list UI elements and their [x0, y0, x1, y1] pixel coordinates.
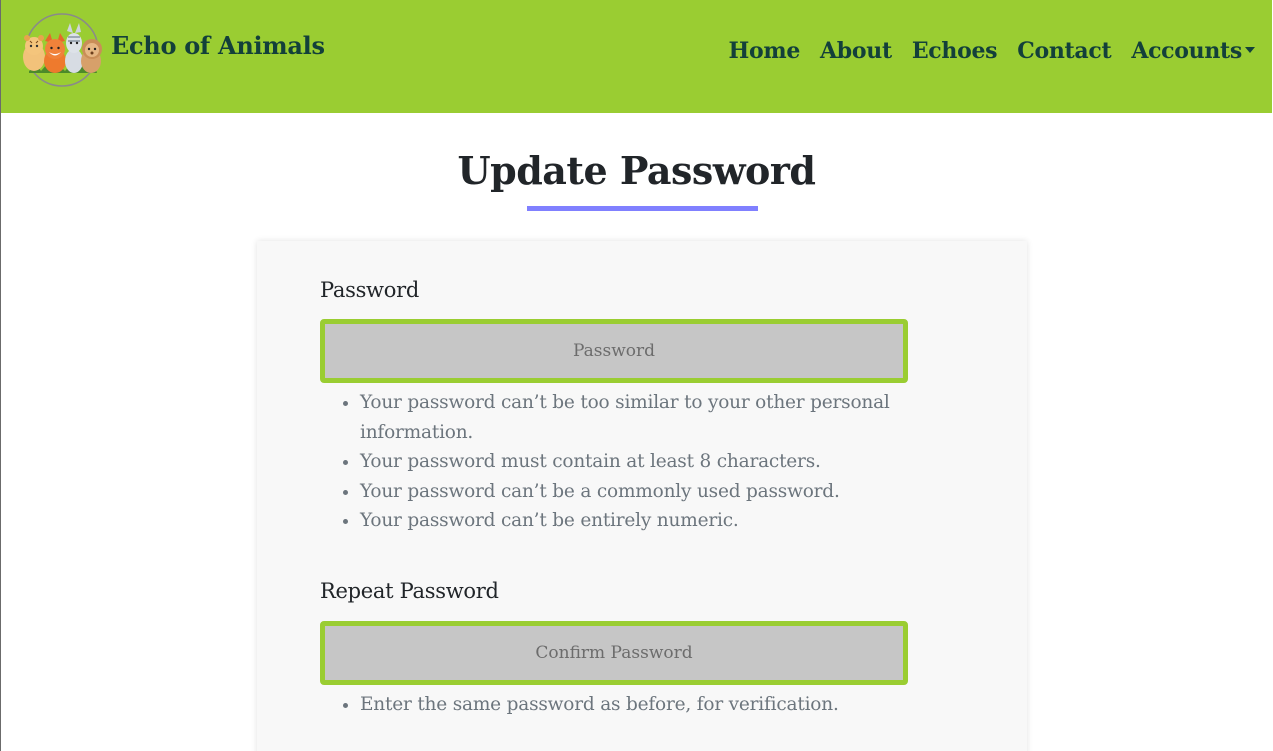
- brand-link[interactable]: Echo of Animals: [19, 13, 325, 87]
- nav-accounts-dropdown[interactable]: Accounts: [1131, 38, 1255, 64]
- repeat-password-help-item: Enter the same password as before, for v…: [360, 690, 920, 720]
- password-label: Password: [320, 278, 419, 302]
- password-help-item: Your password must contain at least 8 ch…: [360, 447, 920, 477]
- password-help-item: Your password can’t be too similar to yo…: [360, 388, 920, 447]
- nav-echoes-link[interactable]: Echoes: [912, 38, 998, 64]
- nav-links: Home About Echoes Contact Accounts: [708, 38, 1255, 64]
- page-title: Update Password: [457, 148, 816, 193]
- nav-home-link[interactable]: Home: [728, 38, 800, 64]
- navbar: Echo of Animals Home About Echoes Contac…: [1, 0, 1272, 113]
- nav-contact-link[interactable]: Contact: [1017, 38, 1111, 64]
- nav-accounts-label: Accounts: [1131, 38, 1242, 64]
- animals-logo-icon: [19, 13, 103, 87]
- confirm-password-input[interactable]: [320, 621, 908, 685]
- nav-about-link[interactable]: About: [820, 38, 892, 64]
- title-underline: [527, 206, 758, 211]
- update-password-form-card: Password Your password can’t be too simi…: [257, 241, 1027, 751]
- password-help-item: Your password can’t be entirely numeric.: [360, 506, 920, 536]
- brand-name: Echo of Animals: [111, 30, 325, 60]
- repeat-password-label: Repeat Password: [320, 579, 499, 603]
- password-input[interactable]: [320, 319, 908, 383]
- repeat-password-help-list: Enter the same password as before, for v…: [320, 690, 920, 720]
- password-help-item: Your password can’t be a commonly used p…: [360, 477, 920, 507]
- page: Echo of Animals Home About Echoes Contac…: [0, 0, 1272, 751]
- password-help-list: Your password can’t be too similar to yo…: [320, 388, 920, 536]
- caret-down-icon: [1245, 47, 1255, 53]
